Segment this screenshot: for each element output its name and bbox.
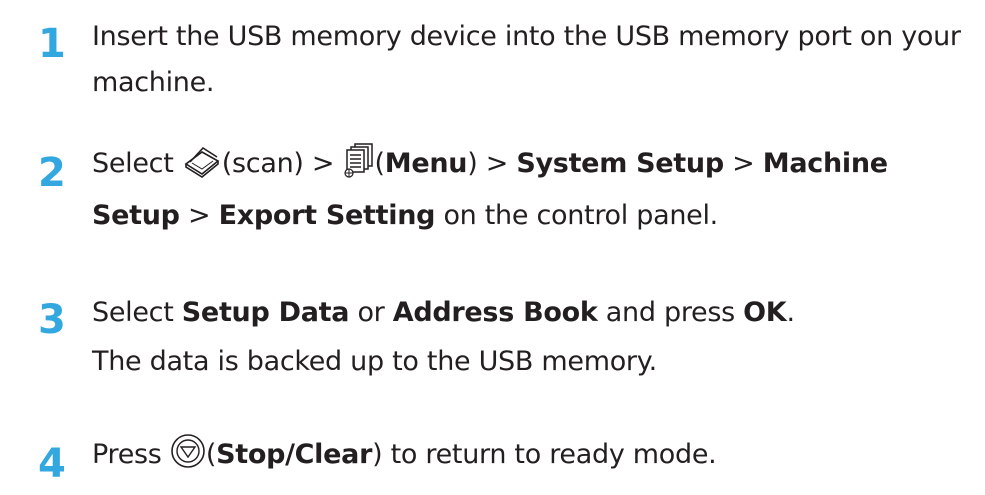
export-setting-label: Export Setting xyxy=(218,200,436,231)
step-number: 3 xyxy=(38,297,66,343)
and-press-label: and press xyxy=(597,297,744,328)
step-number: 1 xyxy=(38,21,66,67)
period: . xyxy=(786,297,795,328)
step-number: 4 xyxy=(38,441,66,487)
step-text: Select (scan) > (Menu) > System Setup > … xyxy=(92,141,972,239)
system-setup-label: System Setup xyxy=(516,148,724,179)
scan-label: (scan) > xyxy=(221,148,335,179)
separator: > xyxy=(179,200,211,231)
menu-label: Menu xyxy=(384,148,468,179)
stop-clear-icon xyxy=(170,433,206,484)
select-label: Select xyxy=(92,148,174,179)
menu-icon xyxy=(343,142,375,193)
ok-label: OK xyxy=(743,297,787,328)
step-text: Press (Stop/Clear) to return to ready mo… xyxy=(92,432,972,484)
scan-icon xyxy=(182,144,222,193)
step-result: The data is backed up to the USB memory. xyxy=(92,346,657,377)
step-number: 2 xyxy=(38,150,66,196)
step-text: Select Setup Data or Address Book and pr… xyxy=(92,290,972,336)
paren-open: ( xyxy=(374,148,386,179)
or-label: or xyxy=(349,297,393,328)
paren-close: ) > xyxy=(467,148,509,179)
press-label: Press xyxy=(92,439,170,470)
setup-data-label: Setup Data xyxy=(181,297,350,328)
select-label: Select xyxy=(92,297,182,328)
step-text: Insert the USB memory device into the US… xyxy=(92,21,961,98)
stop-clear-label: Stop/Clear xyxy=(216,439,373,470)
step-suffix: to return to ready mode. xyxy=(382,439,717,470)
separator: > xyxy=(723,148,755,179)
step-suffix: on the control panel. xyxy=(435,200,718,231)
address-book-label: Address Book xyxy=(392,297,598,328)
paren-open: ( xyxy=(205,439,217,470)
paren-close: ) xyxy=(372,439,383,470)
